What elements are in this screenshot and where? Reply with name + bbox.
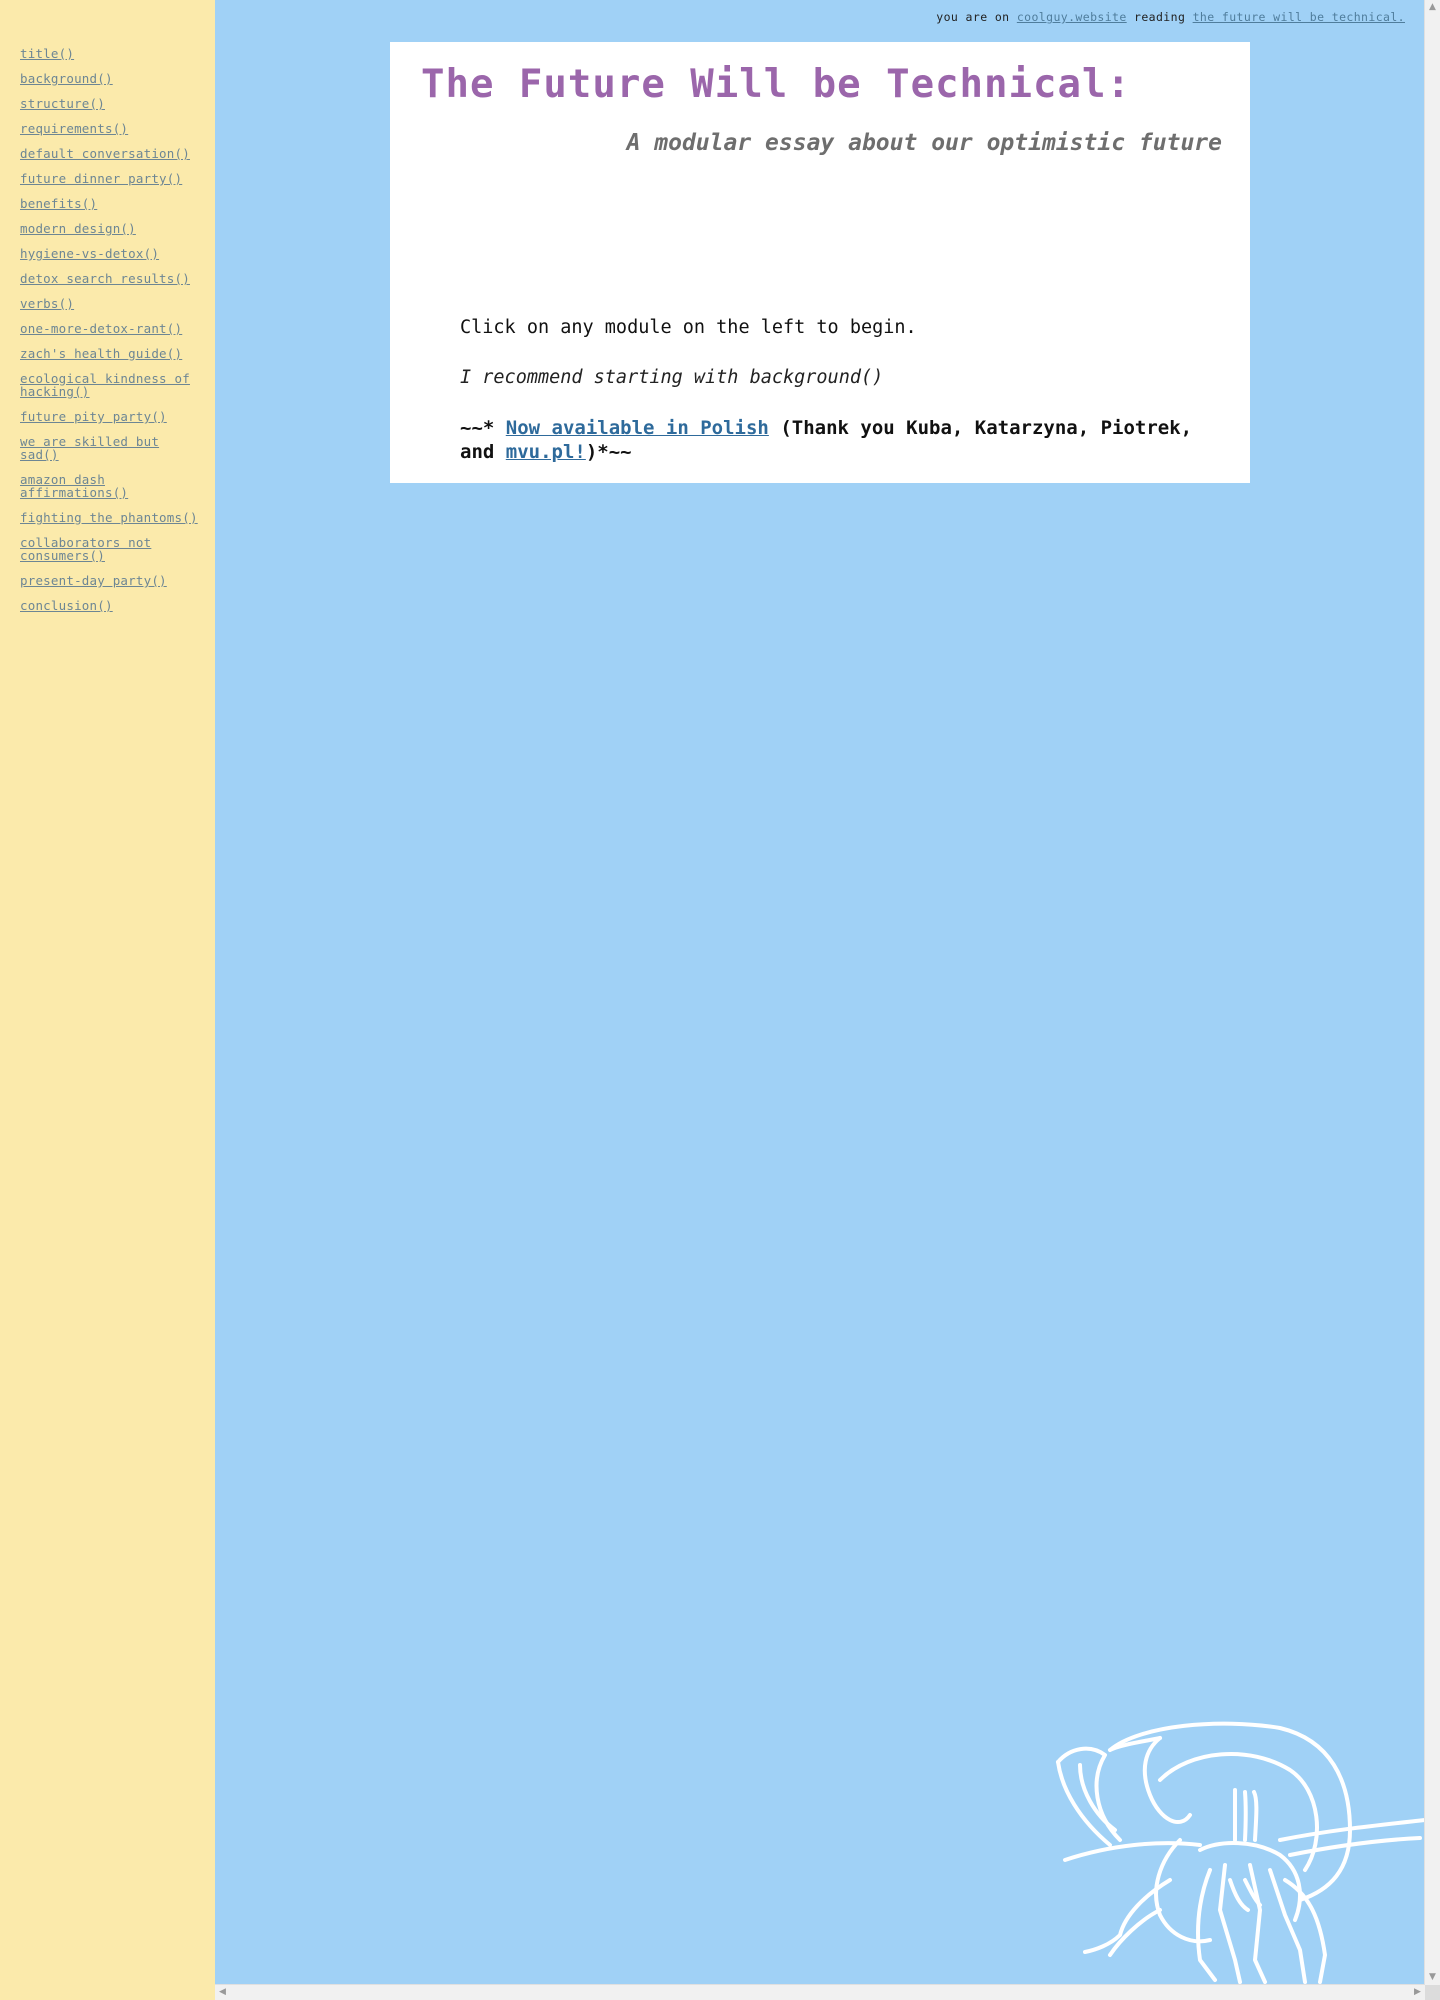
- polish-translation-link[interactable]: Now available in Polish: [506, 417, 769, 439]
- scroll-down-arrow-icon[interactable]: ▼: [1425, 1970, 1440, 1985]
- list-item: present-day party(): [20, 574, 201, 587]
- list-item: hygiene-vs-detox(): [20, 247, 201, 260]
- scroll-up-arrow-icon[interactable]: ▲: [1425, 0, 1440, 15]
- essay-link[interactable]: the future will be technical.: [1193, 10, 1405, 24]
- nav-link-skilled-but-sad[interactable]: we are skilled but sad(): [20, 434, 159, 462]
- scrollbar-corner: [1425, 1985, 1440, 2000]
- mvu-link[interactable]: mvu.pl!: [506, 441, 586, 463]
- nav-link-hygiene-vs-detox[interactable]: hygiene-vs-detox(): [20, 246, 159, 261]
- nav-link-verbs[interactable]: verbs(): [20, 296, 74, 311]
- list-item: collaborators not consumers(): [20, 536, 201, 562]
- list-item: future dinner party(): [20, 172, 201, 185]
- nav-link-conclusion[interactable]: conclusion(): [20, 598, 113, 613]
- sidebar-nav: title() background() structure() require…: [0, 0, 215, 2000]
- hermit-crab-illustration: [1056, 1721, 1427, 1984]
- nav-link-benefits[interactable]: benefits(): [20, 196, 97, 211]
- list-item: structure(): [20, 97, 201, 110]
- list-item: title(): [20, 47, 201, 60]
- recommendation: I recommend starting with background(): [460, 367, 884, 388]
- location-prefix: you are on: [936, 10, 1017, 24]
- list-item: future pity party(): [20, 410, 201, 423]
- list-item: default conversation(): [20, 147, 201, 160]
- nav-link-one-more-detox-rant[interactable]: one-more-detox-rant(): [20, 321, 182, 336]
- vertical-scrollbar[interactable]: ▲ ▼: [1424, 0, 1440, 1985]
- horizontal-scrollbar[interactable]: ◀ ▶: [215, 1984, 1425, 2000]
- list-item: fighting the phantoms(): [20, 511, 201, 524]
- nav-link-fighting-phantoms[interactable]: fighting the phantoms(): [20, 510, 198, 525]
- nav-link-present-day-party[interactable]: present-day party(): [20, 573, 167, 588]
- list-item: amazon dash affirmations(): [20, 473, 201, 499]
- nav-link-detox-search-results[interactable]: detox search results(): [20, 271, 190, 286]
- list-item: detox search results(): [20, 272, 201, 285]
- nav-link-modern-design[interactable]: modern design(): [20, 221, 136, 236]
- list-item: benefits(): [20, 197, 201, 210]
- nav-link-structure[interactable]: structure(): [20, 96, 105, 111]
- nav-link-zachs-health-guide[interactable]: zach's health guide(): [20, 346, 182, 361]
- intro-text: Click on any module on the left to begin…: [460, 316, 1220, 490]
- page: title() background() structure() require…: [0, 0, 1440, 2000]
- list-item: one-more-detox-rant(): [20, 322, 201, 335]
- translation-note: ~~* Now available in Polish (Thank you K…: [460, 416, 1220, 464]
- site-link[interactable]: coolguy.website: [1017, 10, 1127, 24]
- nav-link-default-conversation[interactable]: default conversation(): [20, 146, 190, 161]
- list-item: verbs(): [20, 297, 201, 310]
- nav-link-background[interactable]: background(): [20, 71, 113, 86]
- list-item: background(): [20, 72, 201, 85]
- note-prefix: ~~*: [460, 417, 506, 439]
- note-suffix: )*~~: [585, 441, 632, 463]
- list-item: requirements(): [20, 122, 201, 135]
- list-item: zach's health guide(): [20, 347, 201, 360]
- nav-link-future-pity-party[interactable]: future pity party(): [20, 409, 167, 424]
- scroll-right-arrow-icon[interactable]: ▶: [1410, 1985, 1425, 2000]
- list-item: conclusion(): [20, 599, 201, 612]
- nav-link-title[interactable]: title(): [20, 46, 74, 61]
- module-list: title() background() structure() require…: [20, 47, 201, 612]
- list-item: we are skilled but sad(): [20, 435, 201, 461]
- list-item: modern design(): [20, 222, 201, 235]
- location-middle: reading: [1126, 10, 1193, 24]
- location-bar: you are on coolguy.website reading the f…: [936, 10, 1405, 24]
- content-card: The Future Will be Technical: A modular …: [390, 42, 1250, 483]
- nav-link-future-dinner-party[interactable]: future dinner party(): [20, 171, 182, 186]
- list-item: ecological kindness of hacking(): [20, 372, 201, 398]
- nav-link-amazon-dash[interactable]: amazon dash affirmations(): [20, 472, 128, 500]
- page-title: The Future Will be Technical:: [421, 62, 1131, 107]
- nav-link-collaborators[interactable]: collaborators not consumers(): [20, 535, 151, 563]
- nav-link-requirements[interactable]: requirements(): [20, 121, 128, 136]
- nav-link-ecological-kindness[interactable]: ecological kindness of hacking(): [20, 371, 190, 399]
- page-subtitle: A modular essay about our optimistic fut…: [626, 130, 1222, 156]
- scroll-left-arrow-icon[interactable]: ◀: [215, 1985, 230, 2000]
- intro-instruction: Click on any module on the left to begin…: [460, 317, 917, 338]
